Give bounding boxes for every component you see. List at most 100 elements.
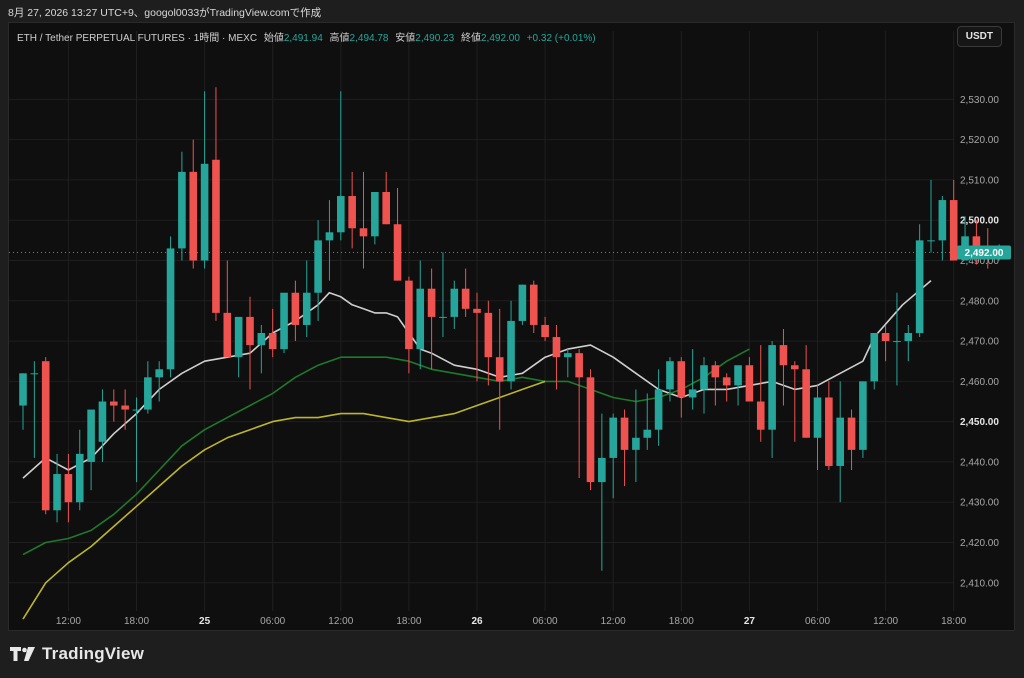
candle-body xyxy=(450,288,459,317)
candle-body xyxy=(484,312,493,358)
candle-body xyxy=(19,373,27,406)
y-axis-tick-label: 2,420.00 xyxy=(960,538,999,549)
candle-body xyxy=(620,417,629,450)
x-axis-tick-label: 12:00 xyxy=(328,616,353,627)
candle-body xyxy=(200,163,209,261)
candle-body xyxy=(859,381,867,450)
candle-body xyxy=(915,240,924,334)
candle-body xyxy=(132,409,141,411)
x-axis-tick-label: 27 xyxy=(744,616,756,627)
currency-unit-button[interactable]: USDT xyxy=(956,26,1002,47)
candle-body xyxy=(552,337,561,358)
candle-body xyxy=(178,171,186,249)
brand-footer: TradingView xyxy=(10,644,144,664)
tradingview-logo-icon xyxy=(10,647,35,661)
candle-body xyxy=(870,333,879,382)
x-axis-tick-label: 06:00 xyxy=(805,616,830,627)
x-axis-tick-label: 25 xyxy=(199,616,211,627)
candle-body xyxy=(405,280,413,350)
candle-body xyxy=(314,240,322,293)
ohlc-legend: ETH / Tether PERPETUAL FUTURES · 1時間 · M… xyxy=(17,29,596,44)
candle-body xyxy=(189,171,198,261)
candle-body xyxy=(234,316,243,358)
candle-body xyxy=(893,341,901,343)
chart-area[interactable]: 2,410.00 2,420.00 2,430.00 2,440.00 2,450.00… xyxy=(8,22,1015,631)
candle-body xyxy=(643,429,652,438)
candle-body xyxy=(166,248,175,370)
candle-body xyxy=(677,361,686,398)
candle-body xyxy=(268,333,277,350)
candle-body xyxy=(722,377,731,386)
y-axis-tick-label: 2,470.00 xyxy=(960,337,999,348)
candle-body xyxy=(666,361,674,390)
candle-body xyxy=(927,240,935,242)
candle-body xyxy=(802,369,810,438)
candle-body xyxy=(756,401,765,430)
legend-high-value: 2,494.78 xyxy=(349,33,389,44)
moving-average-line-2 xyxy=(22,348,750,556)
x-axis-tick-label: 18:00 xyxy=(396,616,421,627)
candle-body xyxy=(280,292,288,350)
candle-body xyxy=(257,333,266,346)
candle-body xyxy=(416,288,425,350)
candle-body xyxy=(700,365,708,390)
candle-body xyxy=(904,333,913,342)
candle-body xyxy=(575,353,583,378)
y-axis-tick-label: 2,440.00 xyxy=(960,457,999,468)
candle-body xyxy=(121,405,129,410)
candle-body xyxy=(791,365,799,370)
candle-body xyxy=(632,437,640,450)
candle-body xyxy=(427,288,436,317)
y-axis-tick-label: 2,520.00 xyxy=(960,135,999,146)
tradingview-logo-text: TradingView xyxy=(42,644,145,663)
candle-body xyxy=(325,232,334,241)
candle-body xyxy=(813,397,822,438)
candle-body xyxy=(155,369,163,378)
candle-body xyxy=(30,373,39,375)
x-axis-tick-label: 12:00 xyxy=(56,616,81,627)
x-axis-tick-label: 06:00 xyxy=(260,616,285,627)
y-axis-tick-label: 2,510.00 xyxy=(960,175,999,186)
candle-body xyxy=(564,353,572,358)
legend-high-label: 高値 xyxy=(329,33,350,44)
last-price-label: 2,492.00 xyxy=(965,248,1004,259)
candle-body xyxy=(348,196,356,229)
candle-body xyxy=(734,365,742,386)
candle-body xyxy=(144,377,152,410)
candle-body xyxy=(586,377,595,483)
candle-body xyxy=(949,200,958,261)
candle-body xyxy=(53,474,61,511)
candle-body xyxy=(654,389,663,430)
candle-body xyxy=(518,284,527,321)
legend-close-label: 終値 xyxy=(460,33,481,44)
legend-symbol: ETH / Tether PERPETUAL FUTURES · 1時間 · M… xyxy=(17,33,258,44)
candle-body xyxy=(779,345,788,366)
legend-change-value: +0.32 (+0.01%) xyxy=(526,33,596,44)
candle-body xyxy=(439,316,447,318)
candle-body xyxy=(98,401,107,442)
candle-body xyxy=(371,192,379,237)
candle-body xyxy=(609,417,617,458)
y-axis-tick-label: 2,460.00 xyxy=(960,377,999,388)
legend-open-label: 始値 xyxy=(263,33,284,44)
candle-body xyxy=(223,312,232,358)
y-axis-tick-label: 2,450.00 xyxy=(960,417,999,428)
legend-low-label: 安値 xyxy=(395,33,416,44)
y-axis-tick-label: 2,430.00 xyxy=(960,498,999,509)
candle-body xyxy=(337,196,345,233)
x-axis-tick-label: 18:00 xyxy=(669,616,694,627)
y-axis-tick-label: 2,500.00 xyxy=(960,216,999,227)
candle-body xyxy=(881,333,890,342)
candle-body xyxy=(64,474,73,503)
candle-body xyxy=(75,453,84,503)
price-chart[interactable]: 2,410.00 2,420.00 2,430.00 2,440.00 2,450.00… xyxy=(9,23,1014,630)
candle-body xyxy=(938,200,947,241)
x-axis-tick-label: 26 xyxy=(471,616,483,627)
candle-body xyxy=(688,389,697,398)
candle-body xyxy=(382,192,390,225)
x-axis-tick-label: 18:00 xyxy=(941,616,966,627)
legend-open-value: 2,491.94 xyxy=(283,33,323,44)
candle-body xyxy=(246,316,254,346)
candle-body xyxy=(212,159,220,313)
candle-body xyxy=(87,409,95,462)
